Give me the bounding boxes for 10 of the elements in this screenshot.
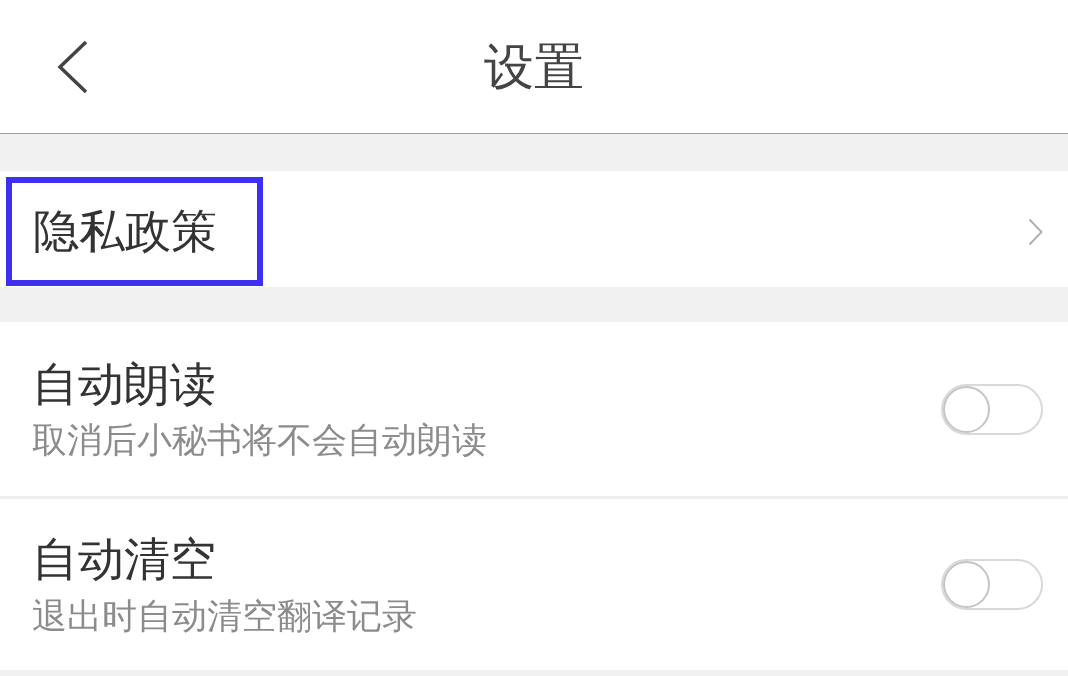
setting-title: 自动朗读	[32, 356, 216, 413]
setting-title[interactable]: 隐私政策	[33, 203, 217, 260]
chevron-left-icon	[57, 39, 89, 94]
page-title: 设置	[484, 36, 584, 97]
setting-description: 取消后小秘书将不会自动朗读	[32, 419, 487, 462]
chevron-right-icon	[1028, 217, 1043, 246]
toggle-switch[interactable]	[941, 559, 1043, 610]
toggle-switch[interactable]	[941, 383, 1043, 435]
setting-title: 自动清空	[32, 532, 216, 588]
setting-description: 退出时自动清空翻译记录	[32, 594, 417, 637]
